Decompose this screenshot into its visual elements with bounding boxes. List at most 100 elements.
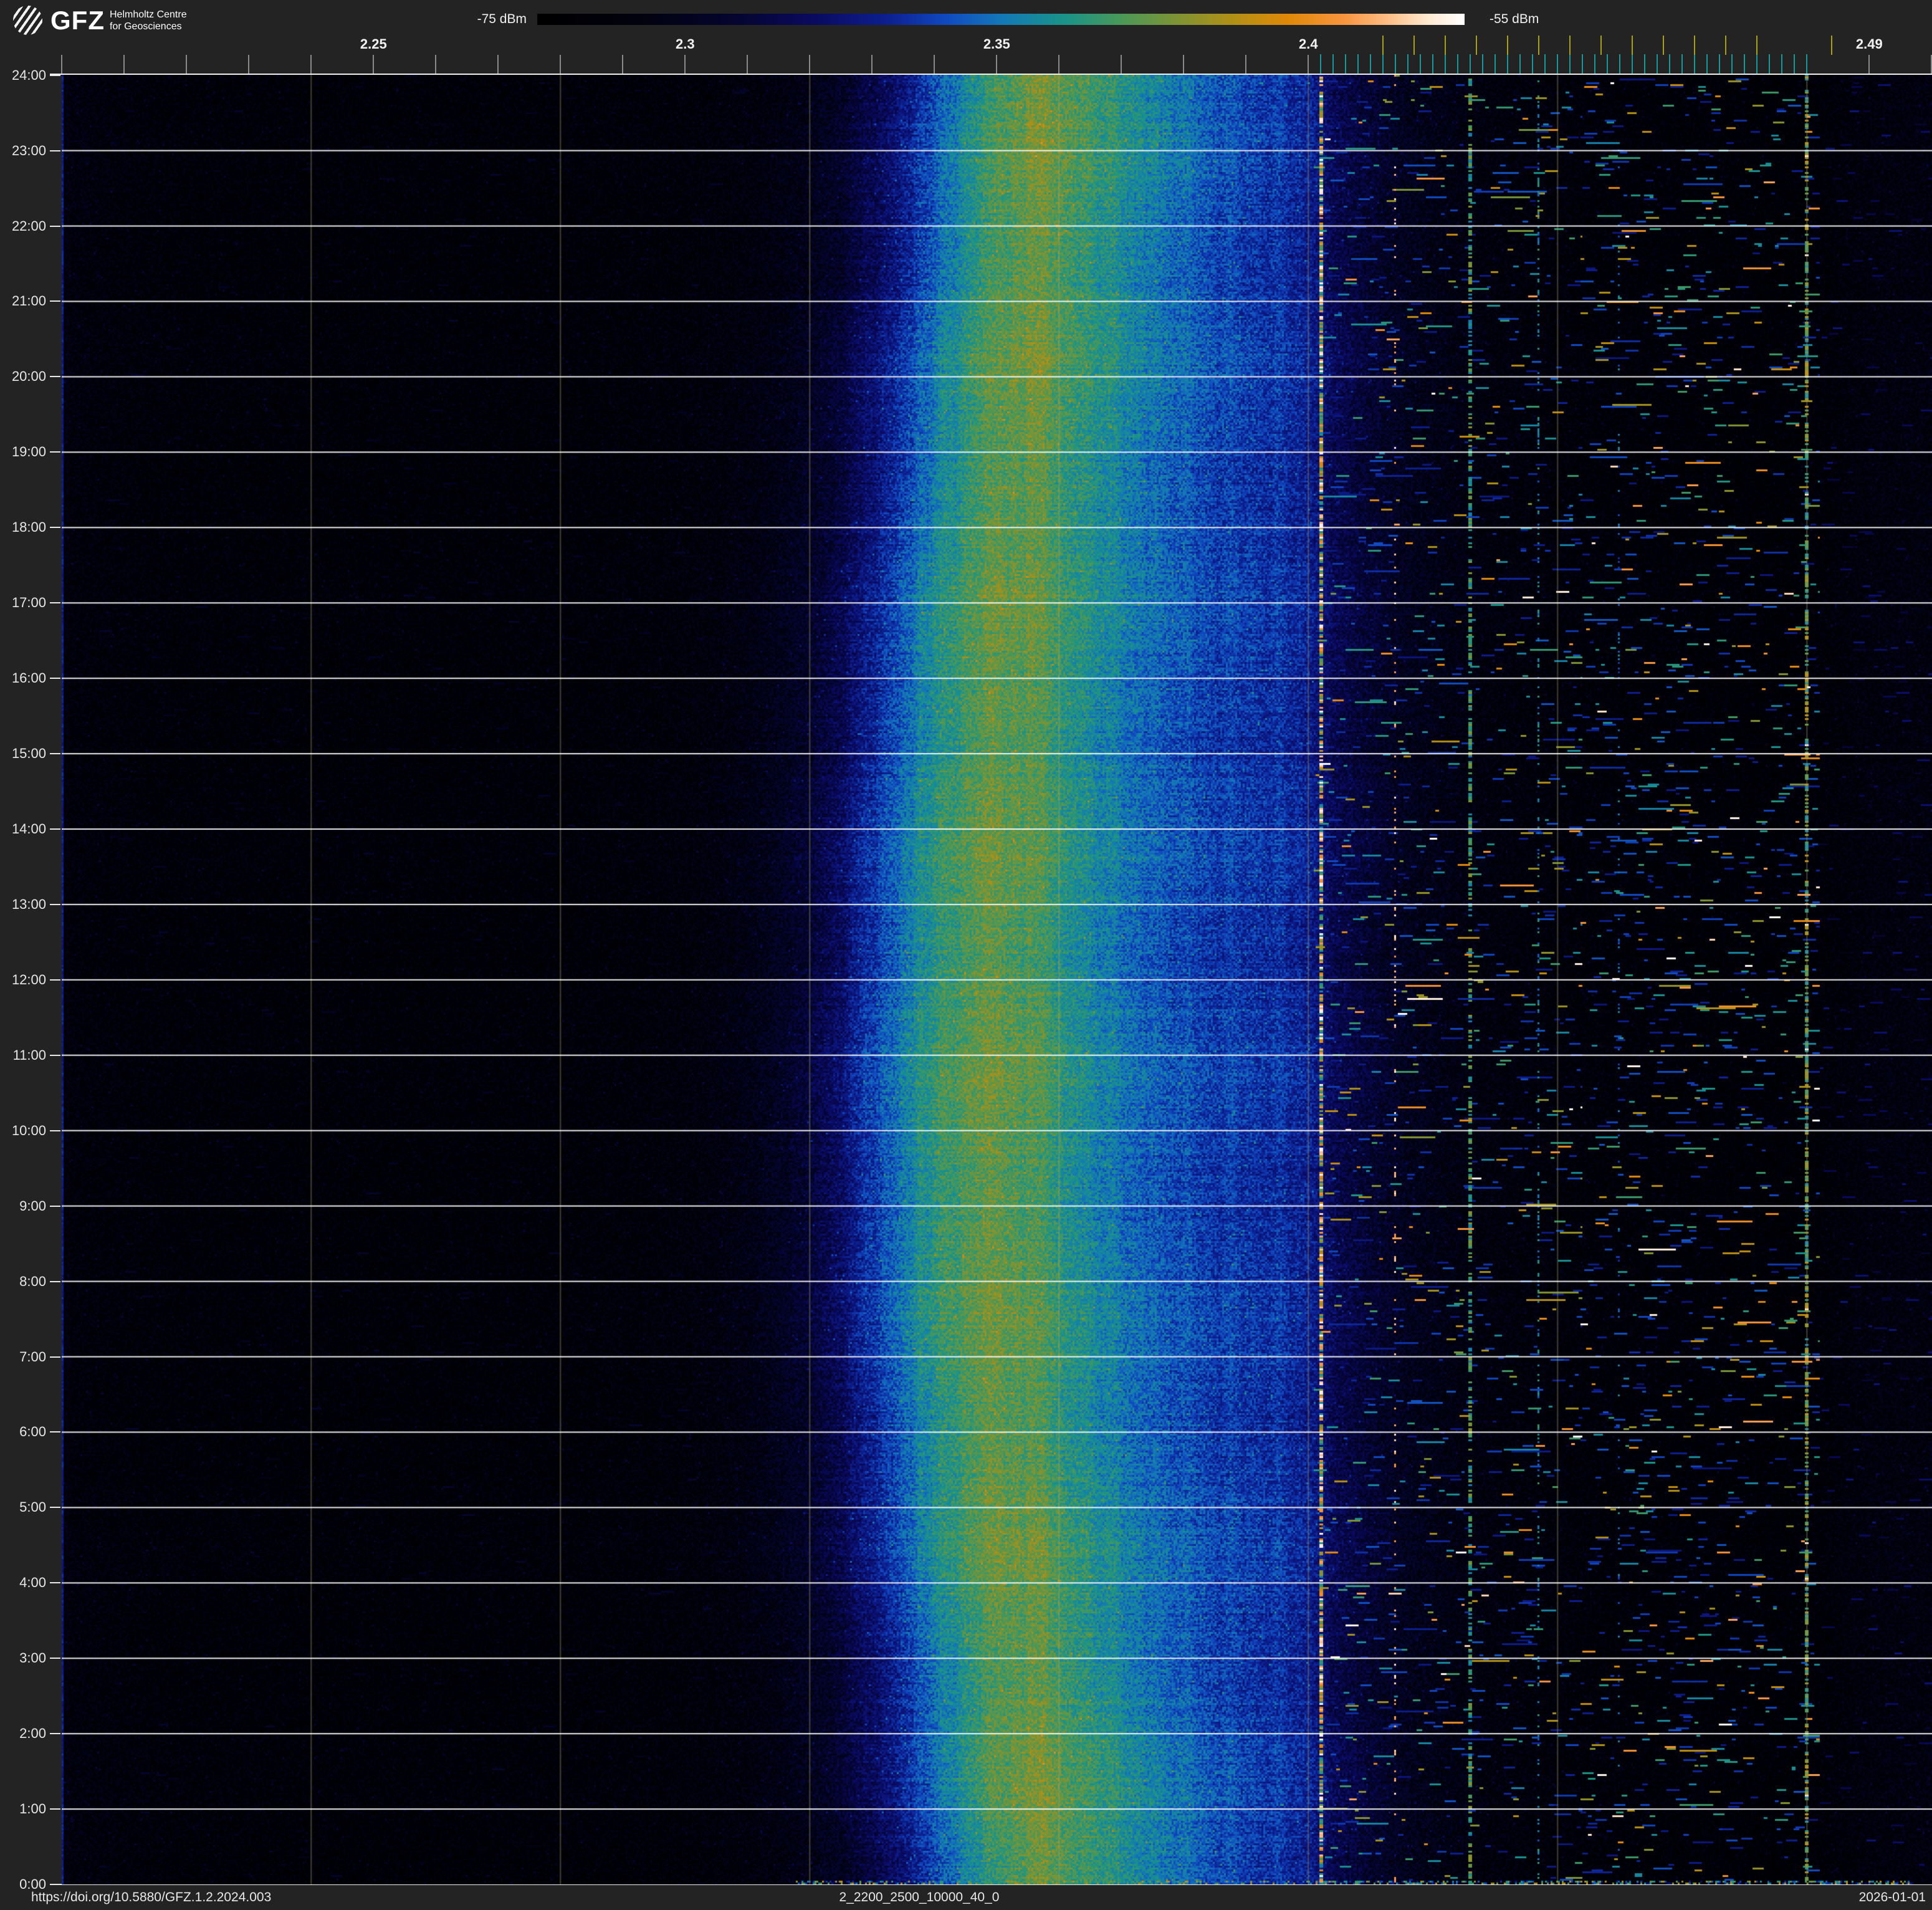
ble-channel-tick — [1657, 54, 1658, 74]
hour-tick — [50, 451, 60, 453]
freq-tick — [1058, 55, 1060, 74]
freq-tick — [747, 55, 748, 74]
hour-tick — [50, 1582, 60, 1584]
hour-tick — [50, 1054, 60, 1056]
footer-filename: 2_2200_2500_10000_40_0 — [839, 1890, 1000, 1904]
ble-channel-tick — [1382, 54, 1384, 74]
y-axis-hour-label: 1:00 — [19, 1801, 46, 1817]
gfz-globe-icon — [13, 6, 42, 35]
footer-date: 2026-01-01 — [1858, 1890, 1926, 1904]
ble-channel-tick — [1619, 54, 1621, 74]
x-axis-label: 2.4 — [1299, 36, 1318, 52]
freq-tick — [809, 55, 811, 74]
hour-tick — [50, 300, 60, 302]
hour-tick — [50, 1884, 60, 1886]
y-axis-hour-label: 17:00 — [11, 595, 46, 611]
wifi-channel-tick — [1445, 36, 1447, 55]
ble-channel-tick — [1507, 54, 1509, 74]
hour-tick — [50, 903, 60, 905]
ble-channel-tick — [1731, 54, 1733, 74]
wifi-channel-tick — [1756, 36, 1758, 55]
ble-channel-tick — [1332, 54, 1334, 74]
hour-tick — [50, 1205, 60, 1207]
y-axis-hour-label: 10:00 — [11, 1122, 46, 1138]
hour-tick — [50, 1431, 60, 1433]
y-axis-hour-label: 24:00 — [11, 67, 46, 83]
logo-subtitle-line1: Helmholtz Centre — [109, 9, 187, 20]
freq-tick — [310, 55, 312, 74]
y-axis-hour-label: 16:00 — [11, 670, 46, 686]
x-axis-label: 2.35 — [983, 36, 1010, 52]
ble-channel-tick — [1532, 54, 1534, 74]
ble-channel-tick — [1669, 54, 1671, 74]
ble-channel-tick — [1744, 54, 1746, 74]
y-axis-hour-label: 9:00 — [19, 1197, 46, 1214]
ble-channel-tick — [1607, 54, 1609, 74]
freq-tick — [1308, 55, 1309, 74]
hour-tick — [50, 753, 60, 755]
ble-channel-tick — [1470, 54, 1471, 74]
ble-channel-tick — [1420, 54, 1422, 74]
ble-channel-tick — [1706, 54, 1708, 74]
footer-doi: https://doi.org/10.5880/GFZ.1.2.2024.003 — [31, 1890, 272, 1904]
ble-channel-tick — [1694, 54, 1696, 74]
ble-channel-tick — [1632, 54, 1633, 74]
ble-channel-tick — [1544, 54, 1546, 74]
hour-tick — [50, 1130, 60, 1131]
freq-tick — [1868, 55, 1870, 74]
hour-tick — [50, 150, 60, 151]
colorbar-max-label: -55 dBm — [1490, 12, 1539, 26]
y-axis-hour-label: 5:00 — [19, 1499, 46, 1515]
y-axis-hour-label: 19:00 — [11, 444, 46, 460]
hour-tick — [50, 74, 60, 76]
logo-brand-text: GFZ — [50, 6, 105, 35]
gfz-logo: GFZ Helmholtz Centre for Geosciences — [13, 6, 187, 35]
freq-tick — [934, 55, 935, 74]
freq-tick — [871, 55, 873, 74]
wifi-channel-tick — [1831, 36, 1833, 55]
y-axis-hour-label: 14:00 — [11, 821, 46, 837]
y-axis-hour-label: 15:00 — [11, 746, 46, 762]
colorbar-min-label: -75 dBm — [477, 12, 527, 26]
hour-tick — [50, 1733, 60, 1735]
y-axis-hour-label: 23:00 — [11, 142, 46, 158]
freq-tick — [622, 55, 624, 74]
y-axis-hour-label: 4:00 — [19, 1575, 46, 1591]
freq-tick — [684, 55, 686, 74]
spectrogram-page: GFZ Helmholtz Centre for Geosciences -75… — [0, 0, 1932, 1910]
freq-tick — [435, 55, 437, 74]
ble-channel-tick — [1794, 54, 1796, 74]
hour-tick — [50, 527, 60, 529]
spectrogram-canvas — [62, 75, 1932, 1884]
x-axis-label: 2.49 — [1855, 36, 1883, 52]
wifi-channel-tick — [1569, 36, 1571, 55]
hour-tick — [50, 979, 60, 981]
ble-channel-tick — [1594, 54, 1596, 74]
hour-tick — [50, 678, 60, 679]
ble-channel-tick — [1681, 54, 1683, 74]
ble-channel-tick — [1445, 54, 1447, 74]
logo-subtitle-line2: for Geosciences — [109, 21, 182, 32]
y-axis-hour-label: 21:00 — [11, 293, 46, 309]
ble-channel-tick — [1557, 54, 1559, 74]
y-axis-hour-label: 20:00 — [11, 368, 46, 385]
freq-tick — [1121, 55, 1122, 74]
ble-channel-tick — [1407, 54, 1409, 74]
ble-channel-tick — [1370, 54, 1372, 74]
freq-tick — [560, 55, 562, 74]
freq-tick — [497, 55, 499, 74]
ble-channel-tick — [1345, 54, 1347, 74]
ble-channel-tick — [1582, 54, 1584, 74]
ble-channel-tick — [1357, 54, 1359, 74]
ble-channel-tick — [1519, 54, 1521, 74]
freq-tick — [1183, 55, 1185, 74]
wifi-channel-tick — [1538, 36, 1540, 55]
hour-tick — [50, 225, 60, 227]
wifi-channel-tick — [1382, 36, 1384, 55]
freq-tick — [61, 55, 63, 74]
ble-channel-tick — [1644, 54, 1646, 74]
wifi-channel-tick — [1663, 36, 1665, 55]
freq-tick — [123, 55, 125, 74]
x-axis-label: 2.3 — [676, 36, 695, 52]
freq-tick — [996, 55, 998, 74]
